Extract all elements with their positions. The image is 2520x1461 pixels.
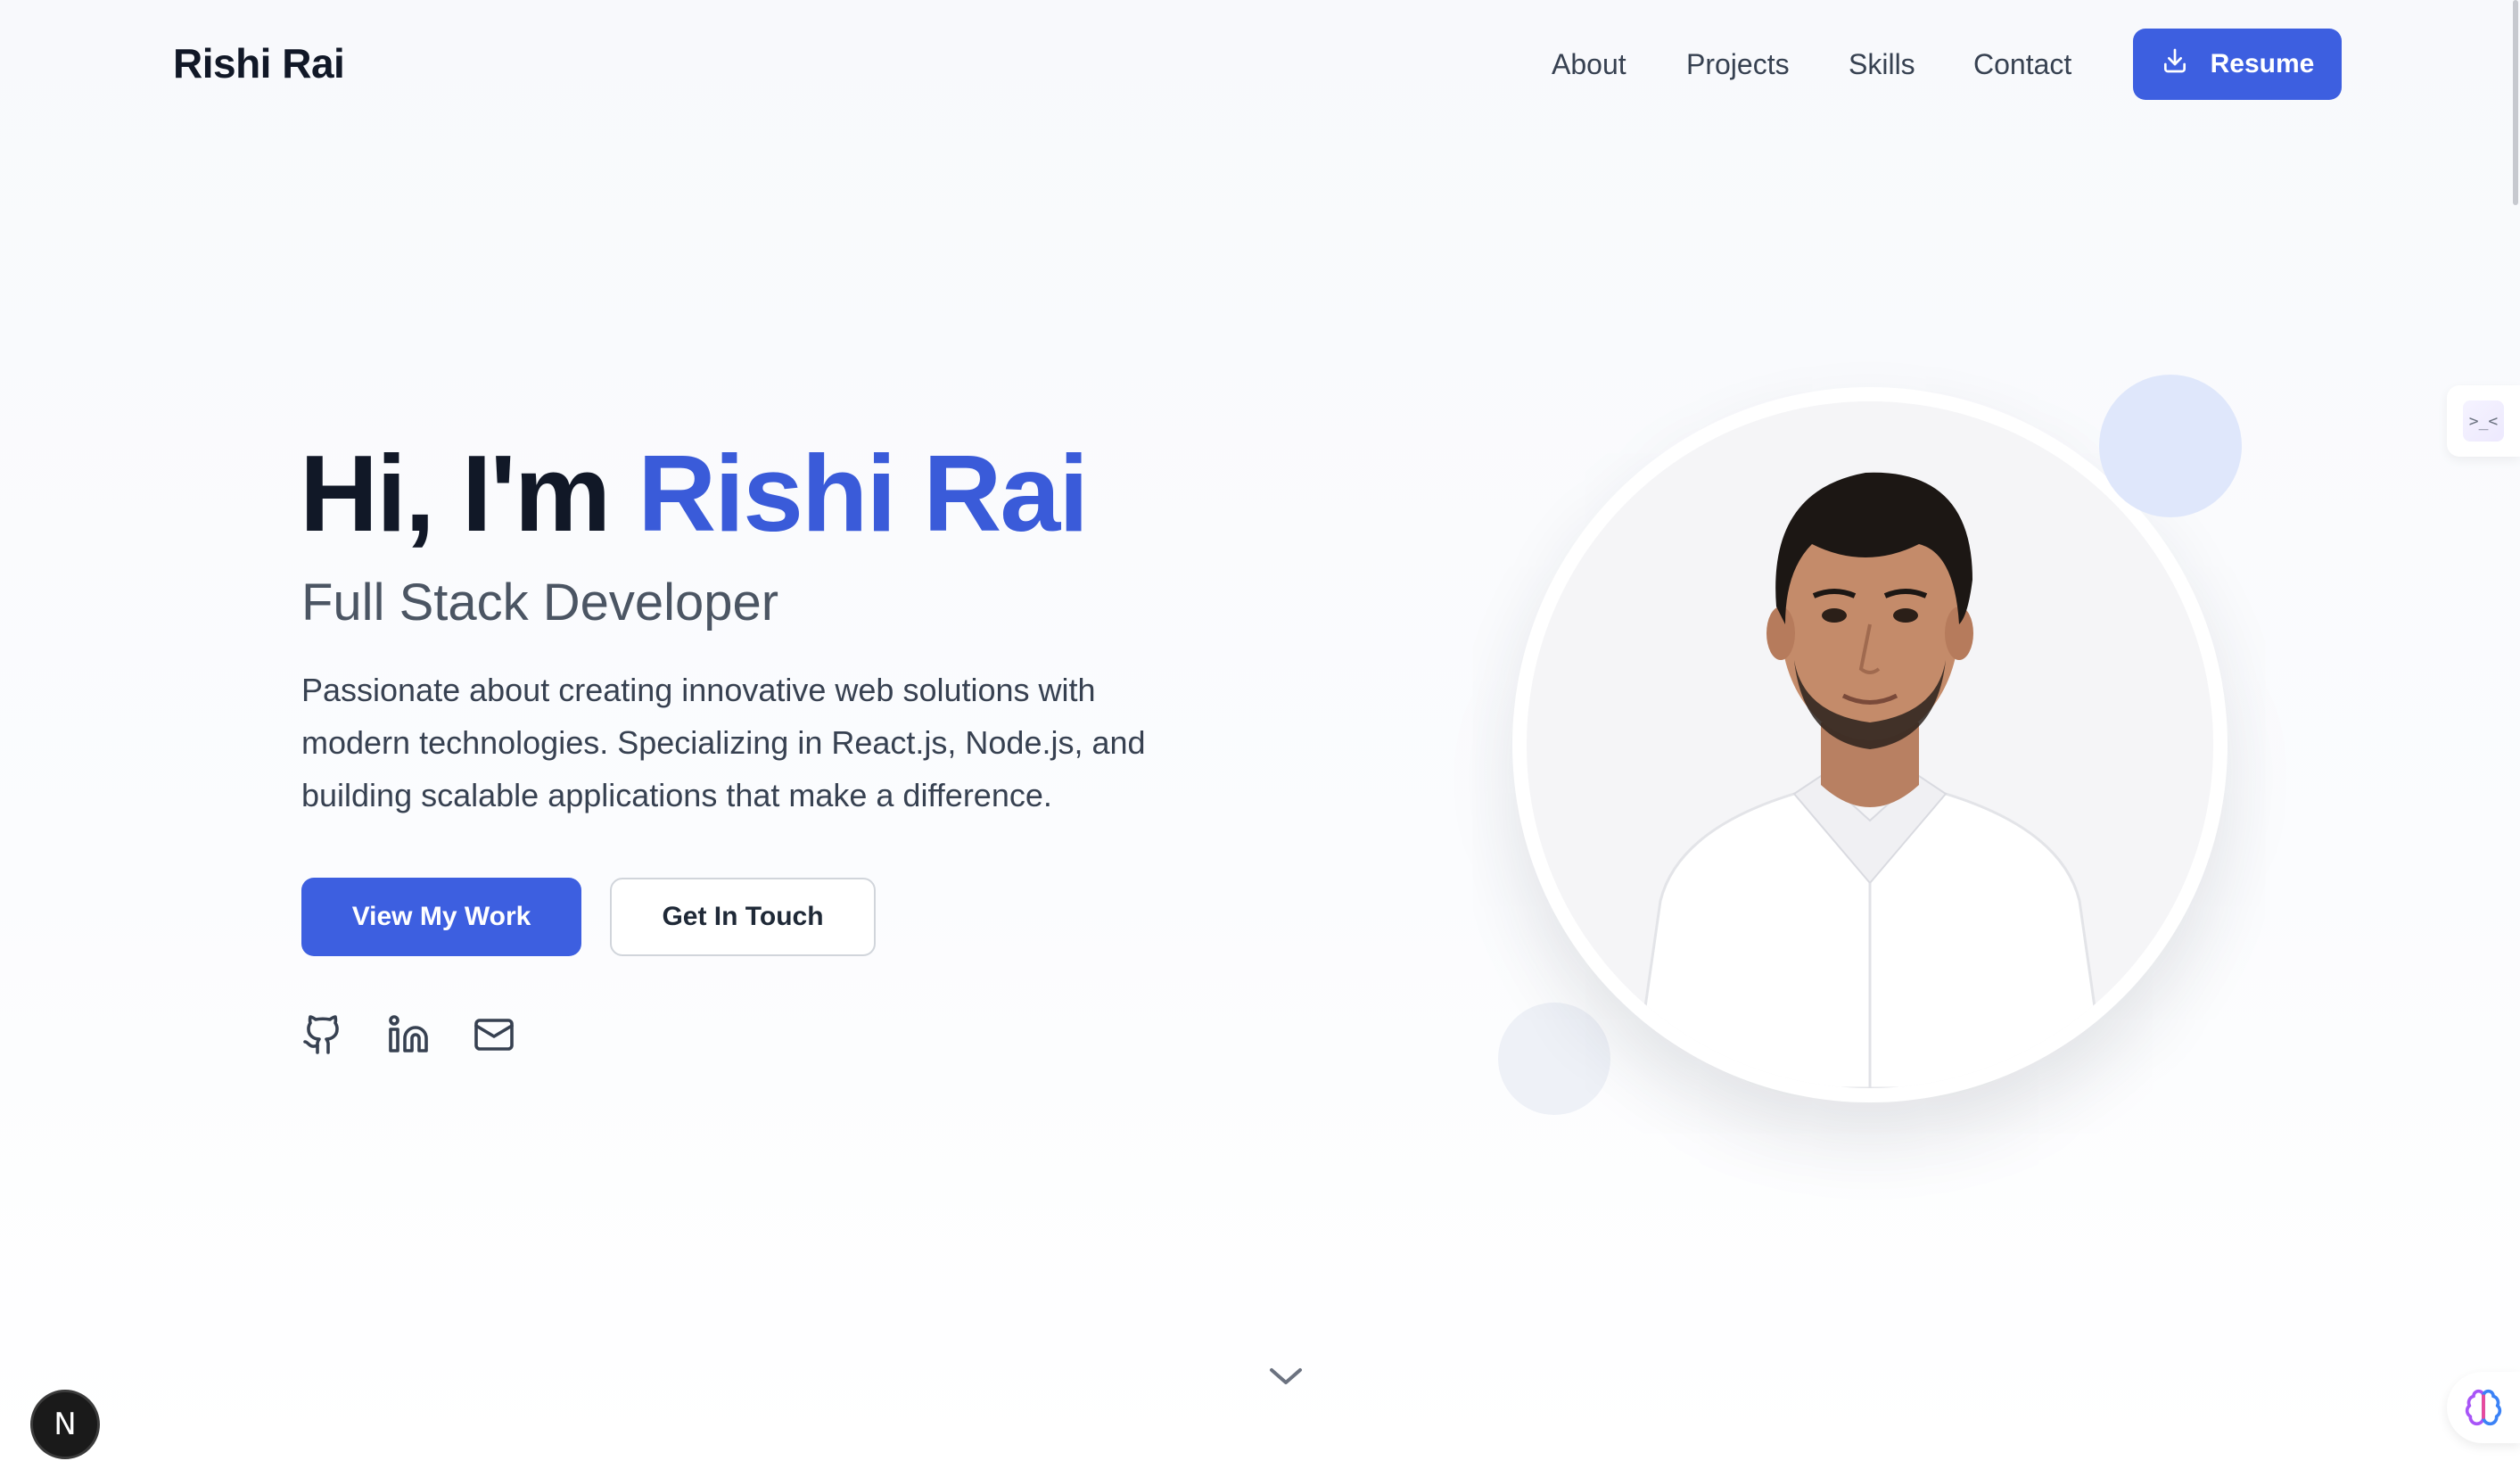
mail-icon[interactable] [473, 1013, 515, 1056]
view-my-work-button[interactable]: View My Work [301, 878, 581, 956]
resume-label: Resume [2210, 49, 2315, 78]
decorative-circle [2099, 375, 2242, 517]
side-panel-tab[interactable]: >_< [2447, 385, 2520, 457]
chevron-down-icon[interactable] [1266, 1363, 1305, 1390]
nav-link-skills[interactable]: Skills [1849, 43, 1915, 86]
profile-photo [1527, 401, 2213, 1088]
download-icon [2161, 46, 2189, 82]
hero-greeting: Hi, I'm [300, 433, 638, 554]
resume-button[interactable]: Resume [2133, 29, 2342, 100]
next-dev-badge[interactable]: N [30, 1390, 100, 1459]
portfolio-page: Rishi Rai About Projects Skills Contact … [0, 0, 2520, 1461]
hero-title: Hi, I'm Rishi Rai [300, 433, 1089, 554]
ai-assistant-button[interactable] [2447, 1372, 2520, 1443]
nav-link-about[interactable]: About [1552, 43, 1626, 86]
nav-link-projects[interactable]: Projects [1686, 43, 1790, 86]
get-in-touch-button[interactable]: Get In Touch [610, 878, 876, 956]
nav-link-contact[interactable]: Contact [1973, 43, 2071, 86]
linkedin-icon[interactable] [387, 1013, 430, 1056]
scrollbar-thumb[interactable] [2513, 0, 2518, 205]
hero-name: Rishi Rai [638, 433, 1089, 554]
side-tab-label: >_< [2463, 400, 2504, 442]
brain-icon [2465, 1389, 2502, 1426]
hero-description: Passionate about creating innovative web… [301, 672, 1146, 813]
github-icon[interactable] [301, 1013, 344, 1056]
hero-subtitle: Full Stack Developer [301, 574, 779, 631]
decorative-circle [1498, 1003, 1610, 1115]
